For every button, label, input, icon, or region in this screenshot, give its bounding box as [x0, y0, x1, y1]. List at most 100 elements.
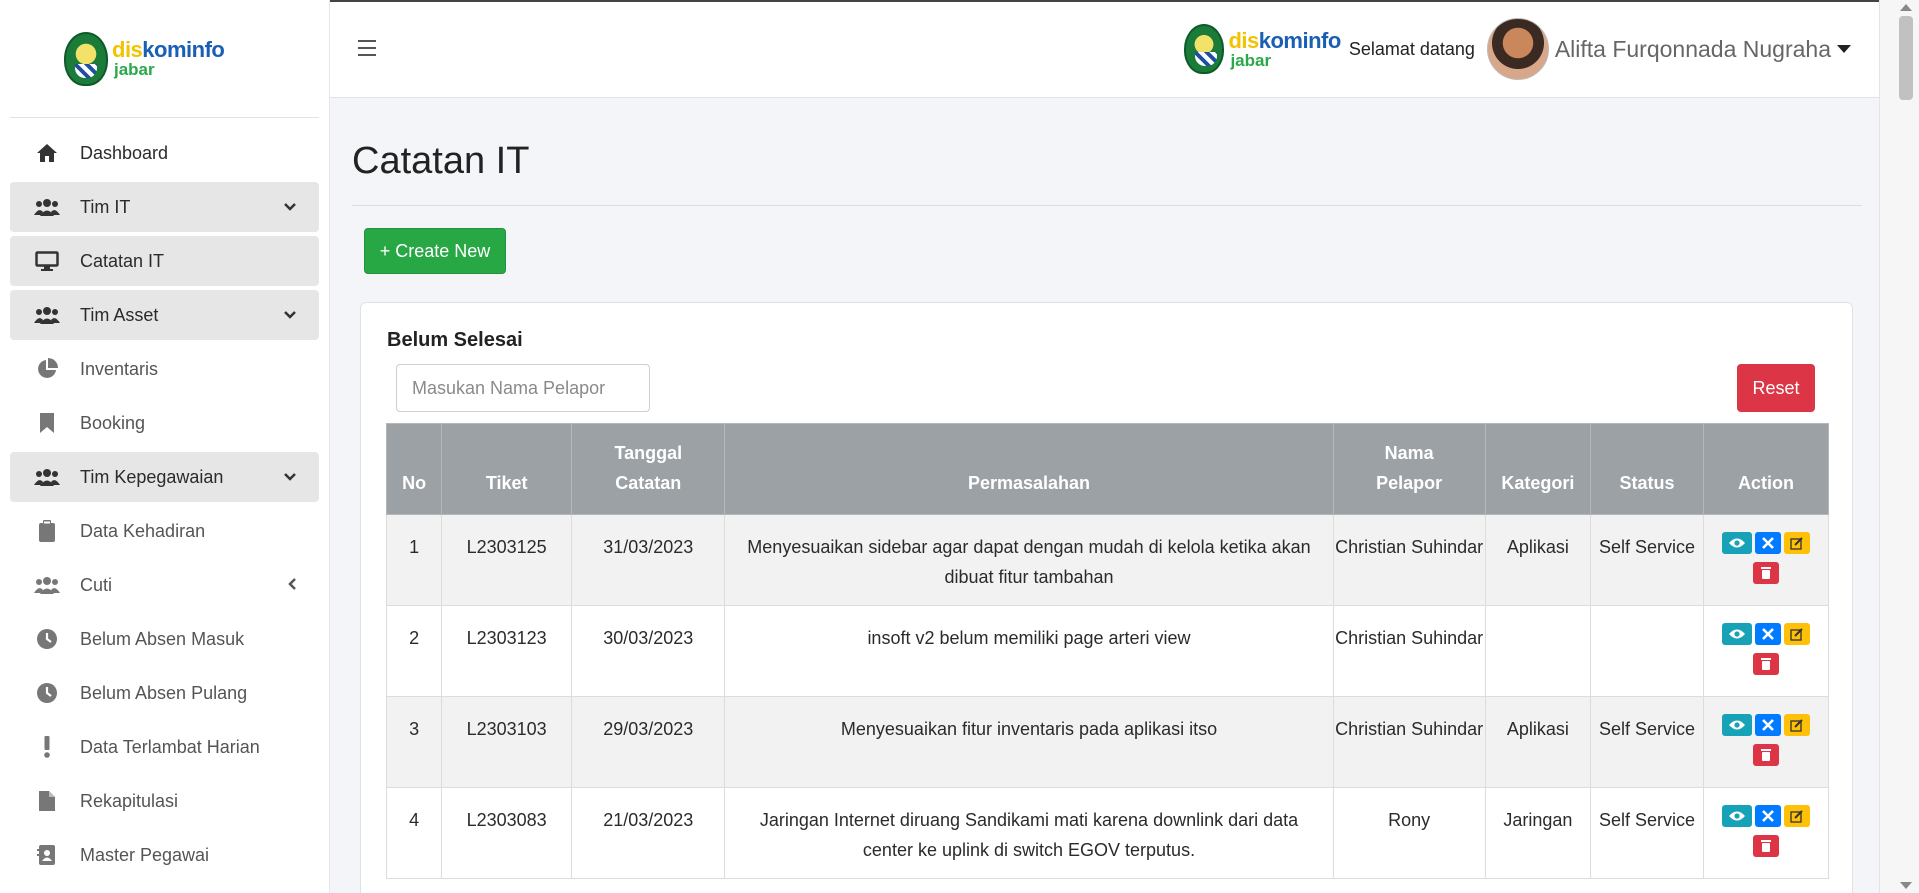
- header-nama-pelapor[interactable]: Nama Pelapor: [1332, 423, 1486, 515]
- sidebar-item-label: Belum Absen Pulang: [80, 682, 248, 703]
- scroll-up-arrow-icon[interactable]: [1900, 4, 1912, 11]
- edit-icon[interactable]: [1783, 623, 1810, 645]
- header-kategori[interactable]: Kategori: [1484, 423, 1592, 515]
- cell-permasalahan: Jaringan Internet diruang Sandikami mati…: [724, 787, 1334, 879]
- chevron-left-icon: [287, 577, 297, 594]
- cell-tanggal: 31/03/2023: [571, 514, 726, 606]
- create-new-button[interactable]: + Create New: [364, 228, 506, 274]
- cell-no: 4: [385, 787, 443, 879]
- trash-icon[interactable]: [1752, 744, 1779, 766]
- card-title: Belum Selesai: [387, 329, 523, 351]
- brand-dis: dis: [112, 37, 143, 62]
- scroll-down-arrow-icon[interactable]: [1900, 882, 1912, 889]
- sidebar-item-tim-it[interactable]: Tim IT: [10, 182, 319, 232]
- tools-icon[interactable]: [1754, 714, 1781, 736]
- cell-status: Self Service: [1590, 514, 1704, 606]
- view-eye-icon[interactable]: [1721, 714, 1752, 736]
- users-icon: [34, 196, 60, 218]
- tools-icon[interactable]: [1754, 623, 1781, 645]
- table-row: 4 L2303083 21/03/2023 Jaringan Internet …: [385, 787, 1830, 879]
- header-permasalahan[interactable]: Permasalahan: [724, 423, 1334, 515]
- edit-icon[interactable]: [1783, 805, 1810, 827]
- cell-no: 1: [385, 514, 443, 606]
- user-name[interactable]: Alifta Furqonnada Nugraha: [1555, 36, 1831, 63]
- sidebar-menu: Dashboard Tim IT Catatan IT Tim Asset In…: [0, 118, 329, 880]
- monitor-icon: [34, 250, 60, 272]
- tools-icon[interactable]: [1754, 805, 1781, 827]
- header-tanggal-line2: Catatan: [615, 473, 682, 493]
- header-no[interactable]: No: [385, 423, 443, 515]
- avatar[interactable]: [1486, 18, 1549, 80]
- clock-icon: [34, 628, 60, 650]
- address-book-icon: [34, 844, 60, 866]
- tools-icon[interactable]: [1754, 532, 1781, 554]
- sidebar-item-cuti[interactable]: Cuti: [10, 560, 319, 610]
- sidebar-item-belum-absen-masuk[interactable]: Belum Absen Masuk: [10, 614, 319, 664]
- reset-button[interactable]: Reset: [1737, 364, 1815, 412]
- users-icon: [34, 466, 60, 488]
- cell-pelapor: Christian Suhindar: [1332, 696, 1486, 788]
- brand-dis: dis: [1228, 27, 1259, 53]
- sidebar-item-data-terlambat-harian[interactable]: Data Terlambat Harian: [10, 722, 319, 772]
- view-eye-icon[interactable]: [1721, 805, 1752, 827]
- header-tanggal-line1: Tanggal: [614, 443, 683, 463]
- sidebar-item-label: Master Pegawai: [80, 844, 210, 865]
- topbar: diskominfo jabar Selamat datang Alifta F…: [330, 0, 1879, 98]
- trash-icon[interactable]: [1752, 562, 1779, 584]
- cell-no: 2: [385, 605, 443, 697]
- header-tanggal-catatan[interactable]: Tanggal Catatan: [571, 423, 726, 515]
- header-action: Action: [1702, 423, 1830, 515]
- page-scrollbar[interactable]: [1879, 0, 1919, 893]
- chevron-down-icon: [283, 307, 297, 323]
- sidebar-item-rekapitulasi[interactable]: Rekapitulasi: [10, 776, 319, 826]
- table-row: 1 L2303125 31/03/2023 Menyesuaikan sideb…: [385, 514, 1830, 606]
- sidebar-item-dashboard[interactable]: Dashboard: [10, 128, 319, 178]
- cell-kategori: Aplikasi: [1484, 696, 1592, 788]
- cell-tanggal: 30/03/2023: [571, 605, 726, 697]
- search-pelapor-input[interactable]: [396, 364, 650, 412]
- title-divider: [352, 205, 1862, 206]
- catatan-table: No Tiket Tanggal Catatan Permasalahan Nam…: [385, 423, 1830, 879]
- caret-down-icon[interactable]: [1837, 45, 1851, 53]
- sidebar-item-label: Tim Asset: [80, 304, 159, 325]
- cell-action: [1702, 696, 1830, 788]
- sidebar-item-catatan-it[interactable]: Catatan IT: [10, 236, 319, 286]
- sidebar-item-tim-kepegawaian[interactable]: Tim Kepegawaian: [10, 452, 319, 502]
- view-eye-icon[interactable]: [1721, 532, 1752, 554]
- edit-icon[interactable]: [1783, 532, 1810, 554]
- table-row: 2 L2303123 30/03/2023 insoft v2 belum me…: [385, 605, 1830, 697]
- sidebar-logo[interactable]: diskominfo jabar: [0, 0, 329, 117]
- cell-action: [1702, 787, 1830, 879]
- trash-icon[interactable]: [1752, 835, 1779, 857]
- sidebar-item-label: Catatan IT: [80, 250, 165, 271]
- chevron-down-icon: [283, 199, 297, 215]
- sidebar-item-tim-asset[interactable]: Tim Asset: [10, 290, 319, 340]
- clipboard-icon: [34, 520, 60, 542]
- sidebar-item-data-kehadiran[interactable]: Data Kehadiran: [10, 506, 319, 556]
- sidebar-item-inventaris[interactable]: Inventaris: [10, 344, 319, 394]
- sidebar-item-booking[interactable]: Booking: [10, 398, 319, 448]
- header-status[interactable]: Status: [1590, 423, 1704, 515]
- sidebar-item-belum-absen-pulang[interactable]: Belum Absen Pulang: [10, 668, 319, 718]
- view-eye-icon[interactable]: [1721, 623, 1752, 645]
- hamburger-menu-icon[interactable]: [358, 40, 376, 56]
- sidebar: diskominfo jabar Dashboard Tim IT Catata…: [0, 0, 330, 893]
- header-brand-logo: diskominfo jabar: [1184, 24, 1341, 74]
- cell-status: Self Service: [1590, 696, 1704, 788]
- sidebar-item-label: Belum Absen Masuk: [80, 628, 245, 649]
- sidebar-item-label: Booking: [80, 412, 146, 433]
- edit-icon[interactable]: [1783, 714, 1810, 736]
- sidebar-item-label: Rekapitulasi: [80, 790, 179, 811]
- exclamation-icon: [34, 736, 60, 758]
- sidebar-item-label: Data Terlambat Harian: [80, 736, 260, 757]
- header-tiket[interactable]: Tiket: [441, 423, 573, 515]
- pie-chart-icon: [34, 358, 60, 380]
- trash-icon[interactable]: [1752, 653, 1779, 675]
- scroll-thumb[interactable]: [1899, 16, 1913, 100]
- brand-kominfo: kominfo: [142, 37, 225, 62]
- sidebar-item-master-pegawai[interactable]: Master Pegawai: [10, 830, 319, 880]
- home-icon: [34, 142, 60, 164]
- belum-selesai-card: Belum Selesai Reset No Tiket Tanggal Cata…: [360, 302, 1853, 893]
- cell-permasalahan: Menyesuaikan fitur inventaris pada aplik…: [724, 696, 1334, 788]
- cell-kategori: Jaringan: [1484, 787, 1592, 879]
